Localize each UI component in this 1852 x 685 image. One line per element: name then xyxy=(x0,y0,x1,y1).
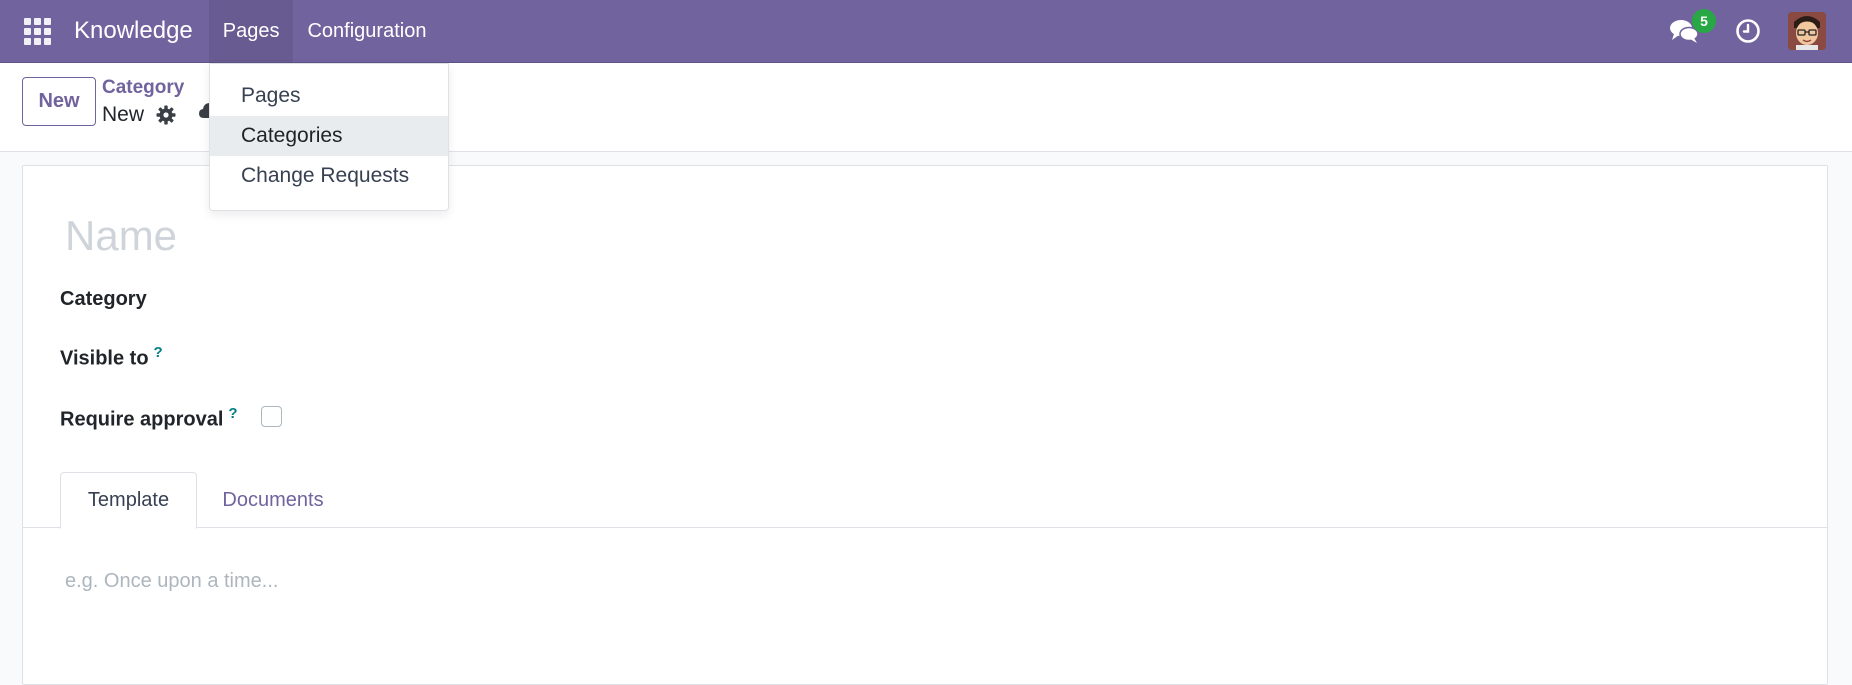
app-brand[interactable]: Knowledge xyxy=(74,0,209,62)
visible-to-label: Visible to? xyxy=(60,344,163,371)
tab-template[interactable]: Template xyxy=(60,472,197,529)
require-approval-label-text: Require approval xyxy=(60,408,224,431)
category-label: Category xyxy=(60,288,147,311)
new-button[interactable]: New xyxy=(22,77,96,126)
dropdown-item-categories[interactable]: Categories xyxy=(210,116,448,156)
visible-to-label-text: Visible to xyxy=(60,347,149,370)
gear-icon[interactable] xyxy=(156,105,176,125)
clock-icon xyxy=(1736,19,1760,43)
dropdown-item-change-requests[interactable]: Change Requests xyxy=(210,156,448,196)
category-label-text: Category xyxy=(60,288,147,310)
record-title: New xyxy=(102,103,176,127)
user-avatar[interactable] xyxy=(1788,12,1826,50)
breadcrumb-category[interactable]: Category xyxy=(102,77,184,99)
menu-configuration[interactable]: Configuration xyxy=(293,0,440,62)
require-approval-help-icon[interactable]: ? xyxy=(228,405,237,422)
activities-button[interactable] xyxy=(1728,11,1768,51)
apps-grid-icon xyxy=(23,18,51,45)
dropdown-item-pages[interactable]: Pages xyxy=(210,76,448,116)
record-title-text: New xyxy=(102,103,145,126)
top-navbar: Knowledge Pages Configuration 5 xyxy=(0,0,1852,63)
menu-pages[interactable]: Pages xyxy=(208,0,294,62)
require-approval-label: Require approval? xyxy=(60,405,238,432)
template-placeholder: e.g. Once upon a time... xyxy=(65,569,279,592)
systray: 5 xyxy=(1664,0,1852,62)
require-approval-checkbox[interactable] xyxy=(261,406,282,427)
main-menu: Pages Configuration xyxy=(208,0,441,62)
visible-to-help-icon[interactable]: ? xyxy=(154,344,163,361)
notebook-tabs: Template Documents xyxy=(23,472,1827,529)
template-editor[interactable]: e.g. Once upon a time... xyxy=(65,561,1765,601)
tab-documents[interactable]: Documents xyxy=(197,472,349,529)
user-avatar-image xyxy=(1788,12,1826,50)
name-input[interactable] xyxy=(65,208,965,264)
form-sheet: Category Visible to? Require approval? T… xyxy=(22,165,1828,685)
messaging-button[interactable]: 5 xyxy=(1664,9,1716,51)
apps-menu-button[interactable] xyxy=(0,0,74,63)
pages-dropdown-menu: Pages Categories Change Requests xyxy=(209,63,449,211)
message-count-badge: 5 xyxy=(1692,9,1716,33)
